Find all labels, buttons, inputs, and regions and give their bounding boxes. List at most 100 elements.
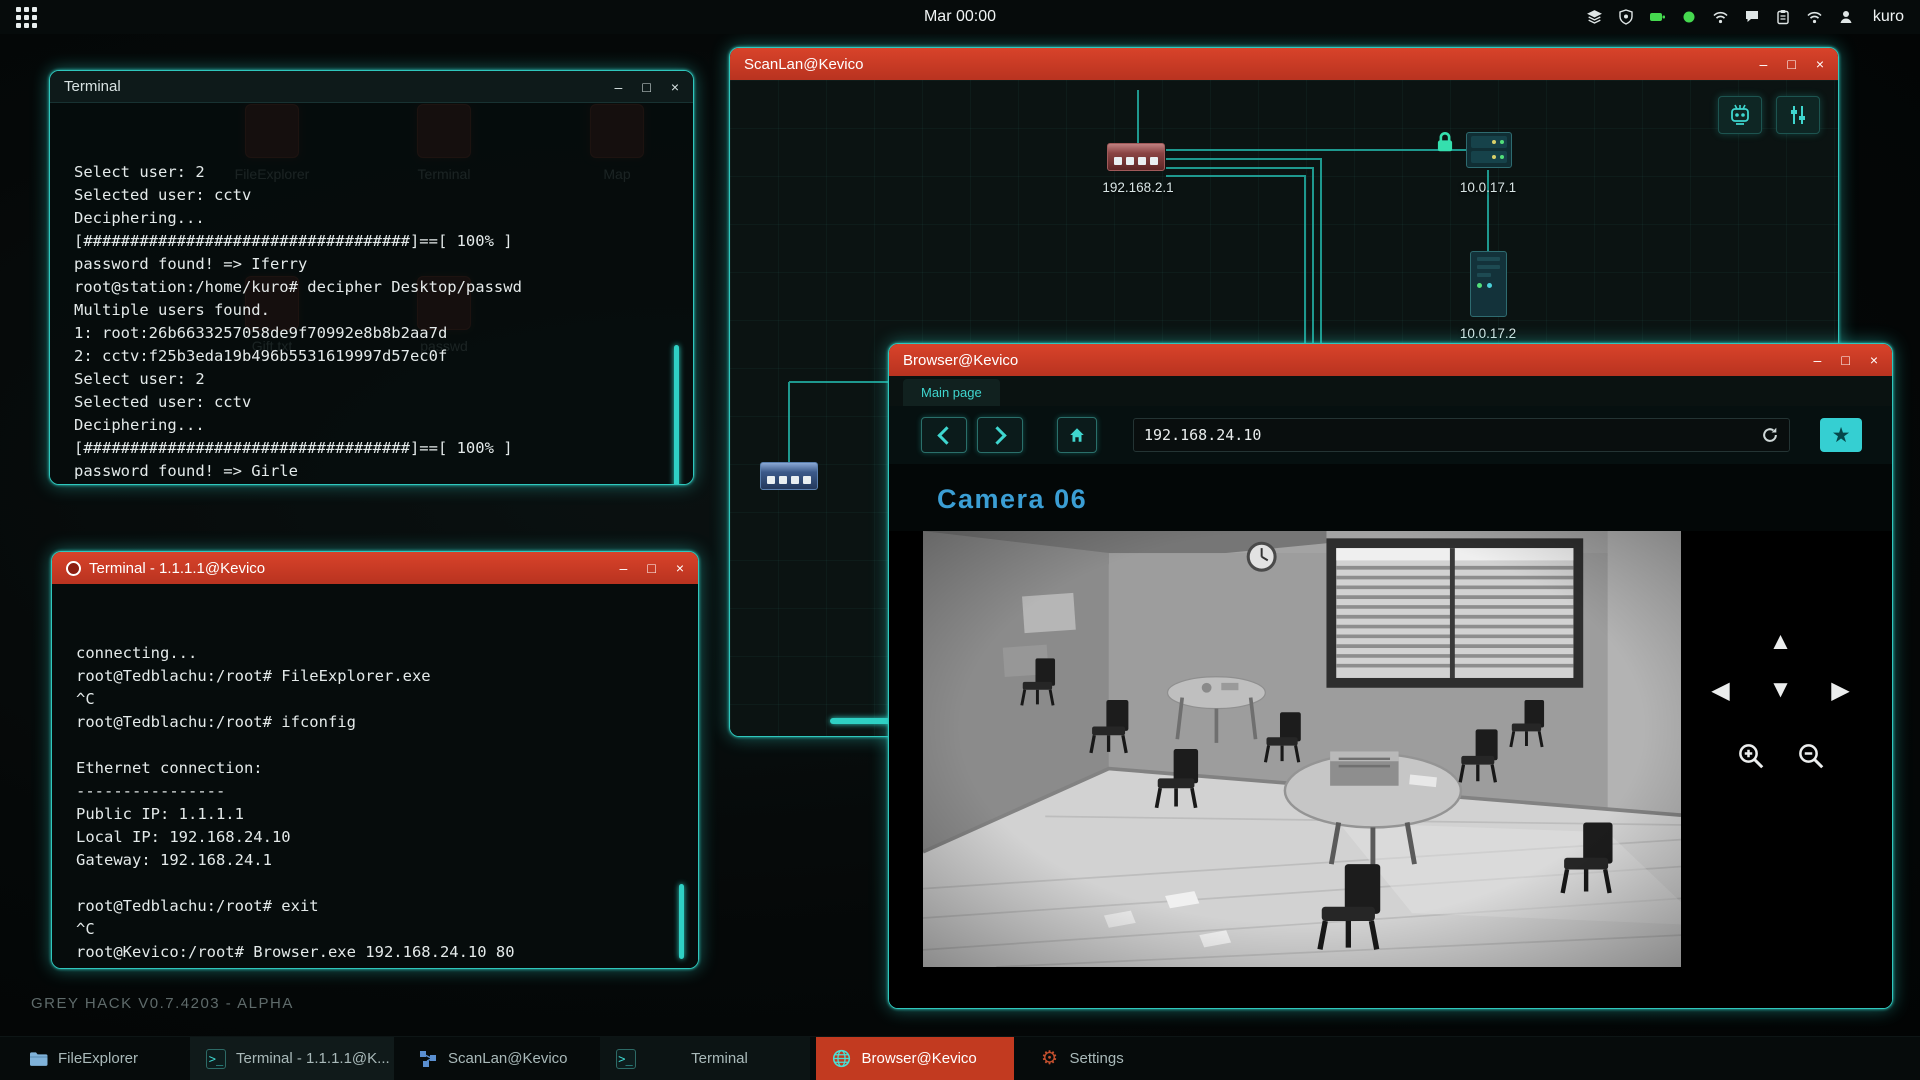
taskbar-label: FileExplorer [58,1050,138,1067]
terminal-text: connecting... root@Tedblachu:/root# File… [76,642,674,964]
network-icon [418,1049,438,1069]
camera-controls: ▲ ◀ ▼ ▶ [1681,531,1880,988]
chat-icon[interactable] [1744,9,1760,25]
scrollbar-thumb[interactable] [674,345,679,484]
back-button[interactable] [921,417,967,453]
remote-terminal-window: Terminal - 1.1.1.1@Kevico – □ × connecti… [51,551,699,969]
pan-left-button[interactable]: ◀ [1699,671,1743,709]
page-title: Camera 06 [937,484,1892,515]
network-node-server-locked[interactable] [1466,132,1512,168]
app-launcher-icon[interactable] [16,7,37,28]
taskbar-item-browser[interactable]: Browser@Kevico [816,1037,1014,1080]
bookmark-button[interactable]: ★ [1820,418,1862,452]
globe-icon [832,1049,852,1069]
close-button[interactable]: × [1816,48,1824,80]
window-title: Terminal - 1.1.1.1@Kevico [89,560,265,577]
browser-toolbar: ★ [889,406,1892,464]
minimize-button[interactable]: – [615,71,623,103]
sliders-icon [1786,103,1810,127]
maximize-button[interactable]: □ [1787,48,1795,80]
version-watermark: GREY HACK V0.7.4203 - ALPHA [31,995,294,1012]
wifi-icon[interactable] [1712,9,1729,25]
maximize-button[interactable]: □ [1841,344,1849,376]
taskbar-label: Settings [1070,1050,1124,1067]
map-filter-button[interactable] [1776,96,1820,134]
network-node-server[interactable] [1470,251,1507,317]
node-ip-label: 10.0.17.1 [1418,180,1558,195]
map-hscrollbar-thumb[interactable] [830,718,892,724]
close-button[interactable]: × [676,552,684,584]
maximize-button[interactable]: □ [642,71,650,103]
home-icon [1068,426,1086,444]
server-tower-icon [1470,251,1507,317]
terminal-app-icon [66,561,81,576]
signal-icon[interactable] [1806,9,1823,25]
taskbar-label: Terminal - 1.1.1.1@K... [236,1050,390,1067]
minimize-button[interactable]: – [1760,48,1768,80]
refresh-icon [1761,426,1779,444]
clipboard-icon[interactable] [1775,9,1791,25]
switch-icon [1107,143,1165,171]
tab-main-page[interactable]: Main page [903,379,1000,406]
scanlan-titlebar[interactable]: ScanLan@Kevico – □ × [730,48,1838,80]
scrollbar-thumb[interactable] [679,884,684,959]
zoom-in-button[interactable] [1729,737,1773,775]
network-node-switch[interactable] [1107,143,1165,171]
battery-icon[interactable] [1649,9,1666,25]
forward-button[interactable] [977,417,1023,453]
system-tray: kuro [1586,8,1904,26]
user-icon[interactable] [1838,9,1854,25]
taskbar-item-settings[interactable]: ⚙ Settings [1024,1037,1140,1080]
camera-page: ▲ ◀ ▼ ▶ [889,531,1892,1008]
camera-feed [923,531,1681,967]
robot-icon [1727,103,1753,127]
minimize-button[interactable]: – [1814,344,1822,376]
taskbar-item-scanlan[interactable]: ScanLan@Kevico [402,1037,583,1080]
tab-strip: Main page [889,376,1892,406]
terminal-output[interactable]: Select user: 2 Selected user: cctv Decip… [50,103,693,484]
window-title: ScanLan@Kevico [744,56,863,73]
browser-titlebar[interactable]: Browser@Kevico – □ × [889,344,1892,376]
gear-icon: ⚙ [1040,1049,1060,1069]
shield-icon[interactable] [1618,9,1634,25]
close-button[interactable]: × [671,71,679,103]
refresh-button[interactable] [1761,426,1779,444]
terminal-icon: >_ [616,1049,636,1069]
zoom-in-icon [1736,741,1766,771]
star-icon: ★ [1832,423,1851,448]
chevron-right-icon [988,426,1006,444]
window-title: Terminal [64,78,121,95]
taskbar-label: Browser@Kevico [862,1050,977,1067]
home-button[interactable] [1057,417,1097,453]
minimize-button[interactable]: – [620,552,628,584]
taskbar-item-terminal[interactable]: >_ Terminal [600,1037,810,1080]
server-rack-icon [1466,132,1512,168]
pan-down-button[interactable]: ▼ [1759,671,1803,709]
node-ip-label: 10.0.17.2 [1418,326,1558,341]
taskbar-item-fileexplorer[interactable]: FileExplorer [12,1037,154,1080]
terminal-text: Select user: 2 Selected user: cctv Decip… [74,161,669,484]
node-ip-label: 192.168.2.1 [1068,180,1208,195]
terminal-icon: >_ [206,1049,226,1069]
lock-icon [1434,130,1456,159]
url-input[interactable] [1144,426,1761,444]
pan-up-button[interactable]: ▲ [1759,623,1803,661]
terminal-titlebar[interactable]: Terminal - 1.1.1.1@Kevico – □ × [52,552,698,584]
browser-window: Browser@Kevico – □ × Main page ★ Camera [888,343,1893,1009]
taskbar-label: ScanLan@Kevico [448,1050,567,1067]
scan-bot-button[interactable] [1718,96,1762,134]
terminal-output[interactable]: connecting... root@Tedblachu:/root# File… [52,584,698,968]
terminal-window: Terminal – □ × Select user: 2 Selected u… [49,70,694,485]
pan-right-button[interactable]: ▶ [1819,671,1863,709]
url-bar [1133,418,1790,452]
username[interactable]: kuro [1873,8,1904,26]
close-button[interactable]: × [1870,344,1878,376]
taskbar-label: Terminal [646,1050,794,1067]
terminal-titlebar[interactable]: Terminal – □ × [50,71,693,103]
layers-icon[interactable] [1586,9,1603,26]
taskbar-item-remote-terminal[interactable]: >_ Terminal - 1.1.1.1@K... [190,1037,394,1080]
network-node-switch-local[interactable] [760,462,818,490]
status-dot-icon[interactable] [1681,9,1697,25]
maximize-button[interactable]: □ [647,552,655,584]
zoom-out-button[interactable] [1789,737,1833,775]
